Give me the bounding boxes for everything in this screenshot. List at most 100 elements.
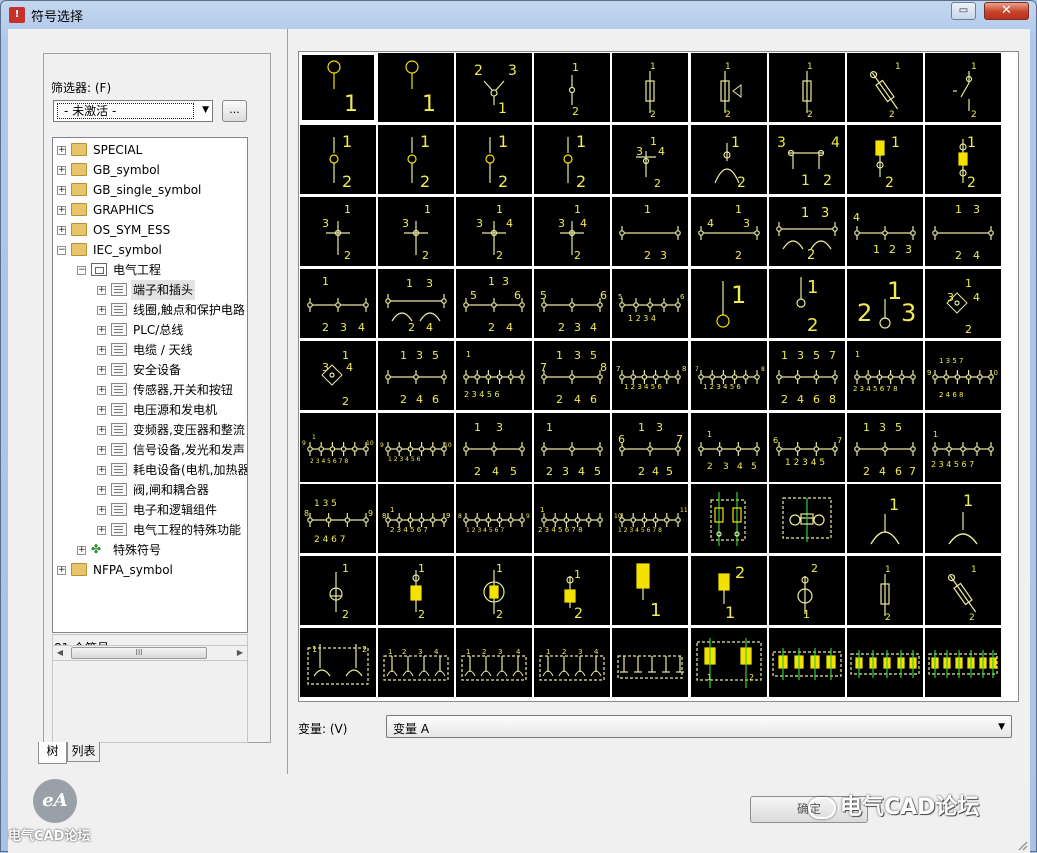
expand-icon[interactable]: + <box>57 186 66 195</box>
symbol-cell[interactable]: 5 6 1 2 3 4 <box>612 268 689 338</box>
expand-icon[interactable]: + <box>57 146 66 155</box>
symbol-cell[interactable]: 12 <box>534 53 611 122</box>
symbol-cell[interactable]: 1 <box>690 268 767 338</box>
symbol-cell[interactable]: 1 <box>300 53 376 122</box>
symbol-cell[interactable] <box>846 628 923 698</box>
scroll-thumb[interactable]: III <box>71 647 207 659</box>
symbol-cell[interactable]: 1234 <box>456 628 533 698</box>
expand-icon[interactable]: + <box>77 546 86 555</box>
symbol-cell[interactable]: 13 24 <box>924 196 1001 266</box>
symbol-cell[interactable]: 135 246 <box>378 340 455 410</box>
expand-icon[interactable]: + <box>97 486 106 495</box>
symbol-cell[interactable]: 1 4 3 2 <box>690 196 767 266</box>
symbol-cell[interactable]: 1 2 3 4 5 6 7 8 <box>846 340 923 410</box>
symbol-cell[interactable]: 12 <box>690 53 767 122</box>
symbol-cell[interactable]: 1234 <box>534 628 611 698</box>
symbol-cell[interactable]: 132 <box>300 196 376 266</box>
symbol-cell[interactable]: 21 <box>768 556 845 626</box>
symbol-cell[interactable]: 1342 <box>456 196 533 266</box>
symbol-cell[interactable]: 1342 <box>300 340 376 410</box>
symbol-cell[interactable]: 12 <box>300 124 376 194</box>
symbol-cell[interactable]: 12 <box>300 628 376 698</box>
symbol-cell[interactable]: 2 3 1 <box>456 53 533 122</box>
tree-horizontal-scrollbar[interactable]: ◀ III ▶ <box>52 645 248 661</box>
collapse-icon[interactable]: − <box>77 266 86 275</box>
title-bar[interactable]: ! 符号选择 ▭ ✕ <box>1 1 1036 28</box>
symbol-cell[interactable]: 1357 2468 <box>768 340 845 410</box>
symbol-library-tree[interactable]: + SPECIAL + GB_symbol + GB_single_symbol + GRAP… <box>52 137 248 633</box>
symbol-cell[interactable]: 8 9 1 2 3 4 5 6 7 <box>456 484 533 554</box>
tab-list[interactable]: 列表 <box>67 742 100 762</box>
symbol-cell[interactable]: 7 8 1 2 3 4 5 6 <box>690 340 767 410</box>
symbol-cell[interactable]: 12 <box>378 124 455 194</box>
symbol-cell[interactable]: 12 <box>456 124 533 194</box>
expand-icon[interactable]: + <box>97 446 106 455</box>
filter-dropdown[interactable]: - 未激活 - ▼ <box>53 100 213 122</box>
symbol-cell[interactable] <box>924 628 1001 698</box>
symbol-cell[interactable]: 1 <box>612 556 689 626</box>
symbol-cell[interactable]: 9 10 1 2 3 4 5 6 7 8 <box>300 412 376 482</box>
symbol-cell[interactable]: 135 7 8 246 <box>534 340 611 410</box>
symbol-cell[interactable]: 135 2467 <box>846 412 923 482</box>
symbol-cell[interactable]: 12 <box>300 556 376 626</box>
symbol-cell[interactable]: 1 3 245 <box>456 412 533 482</box>
symbol-cell[interactable]: 21 <box>690 556 767 626</box>
symbol-cell[interactable]: 8 9 1 3 5 2 4 6 7 <box>300 484 376 554</box>
variant-dropdown[interactable]: 变量 A ▼ <box>386 715 1012 738</box>
symbol-cell[interactable]: 132 <box>768 196 845 266</box>
scroll-left-icon[interactable]: ◀ <box>53 647 67 659</box>
expand-icon[interactable]: + <box>97 346 106 355</box>
symbol-cell[interactable]: 7 8 1 2 3 4 5 6 <box>612 340 689 410</box>
symbol-cell[interactable]: 5 6 234 <box>534 268 611 338</box>
symbol-cell[interactable]: 13 24 <box>378 268 455 338</box>
symbol-cell[interactable] <box>768 628 845 698</box>
symbol-cell[interactable]: 12 <box>846 556 923 626</box>
symbol-cell[interactable]: 132 <box>378 196 455 266</box>
expand-icon[interactable]: + <box>97 386 106 395</box>
expand-icon[interactable]: + <box>97 366 106 375</box>
scroll-right-icon[interactable]: ▶ <box>233 647 247 659</box>
expand-icon[interactable]: + <box>97 426 106 435</box>
symbol-cell[interactable]: 5136 24 <box>456 268 533 338</box>
expand-icon[interactable]: + <box>57 206 66 215</box>
symbol-cell[interactable]: 12 <box>924 124 1001 194</box>
expand-icon[interactable]: + <box>97 326 106 335</box>
symbol-cell[interactable]: 12 <box>378 556 455 626</box>
expand-icon[interactable]: + <box>97 306 106 315</box>
symbol-cell[interactable]: 1 <box>924 484 1001 554</box>
expand-icon[interactable]: + <box>97 526 106 535</box>
symbol-cell[interactable]: 1234 <box>300 268 376 338</box>
symbol-cell[interactable] <box>690 484 767 554</box>
symbol-cell[interactable]: 10 11 1 2 3 4 5 6 7 8 <box>612 484 689 554</box>
chevron-down-icon[interactable]: ▼ <box>202 105 209 115</box>
symbol-cell[interactable]: 1 <box>846 484 923 554</box>
symbol-cell[interactable]: 1342 <box>924 268 1001 338</box>
symbol-cell[interactable]: 3 4 12 <box>768 124 845 194</box>
symbol-cell[interactable]: 1342 <box>534 196 611 266</box>
symbol-cell[interactable]: 9 10 1 2 3 4 5 6 <box>378 412 455 482</box>
restore-button[interactable]: ▭ <box>951 2 976 20</box>
tab-tree[interactable]: 树 <box>38 742 67 764</box>
symbol-cell[interactable]: 6 7 1 2 3 4 5 <box>768 412 845 482</box>
symbol-cell[interactable]: 12 <box>690 124 767 194</box>
symbol-cell[interactable]: 12 <box>924 556 1001 626</box>
symbol-cell[interactable]: 1 2345 <box>690 412 767 482</box>
symbol-cell[interactable]: 12 <box>846 53 923 122</box>
symbol-grid[interactable]: 1123112121212121212121212314212341212121… <box>299 52 1018 701</box>
symbol-cell[interactable]: 123 <box>612 196 689 266</box>
expand-icon[interactable]: + <box>57 226 66 235</box>
symbol-cell[interactable]: 12 <box>690 628 767 698</box>
resize-grip-icon[interactable] <box>1016 839 1028 851</box>
symbol-cell[interactable]: 1 2 3 4 5 6 7 8 <box>534 484 611 554</box>
symbol-cell[interactable]: 12 <box>846 124 923 194</box>
symbol-cell[interactable]: 123 <box>846 268 923 338</box>
expand-icon[interactable]: + <box>57 566 66 575</box>
symbol-cell[interactable]: 1 2 3 4 5 6 <box>456 340 533 410</box>
close-button[interactable]: ✕ <box>984 2 1029 20</box>
symbol-cell[interactable]: 12 <box>924 53 1001 122</box>
symbol-cell[interactable]: 8 9 1 2 3 4 5 6 7 <box>378 484 455 554</box>
symbol-cell[interactable]: 1234 <box>378 628 455 698</box>
expand-icon[interactable]: + <box>97 406 106 415</box>
symbol-cell[interactable]: 12 <box>612 53 689 122</box>
symbol-cell[interactable]: 12 <box>768 53 845 122</box>
